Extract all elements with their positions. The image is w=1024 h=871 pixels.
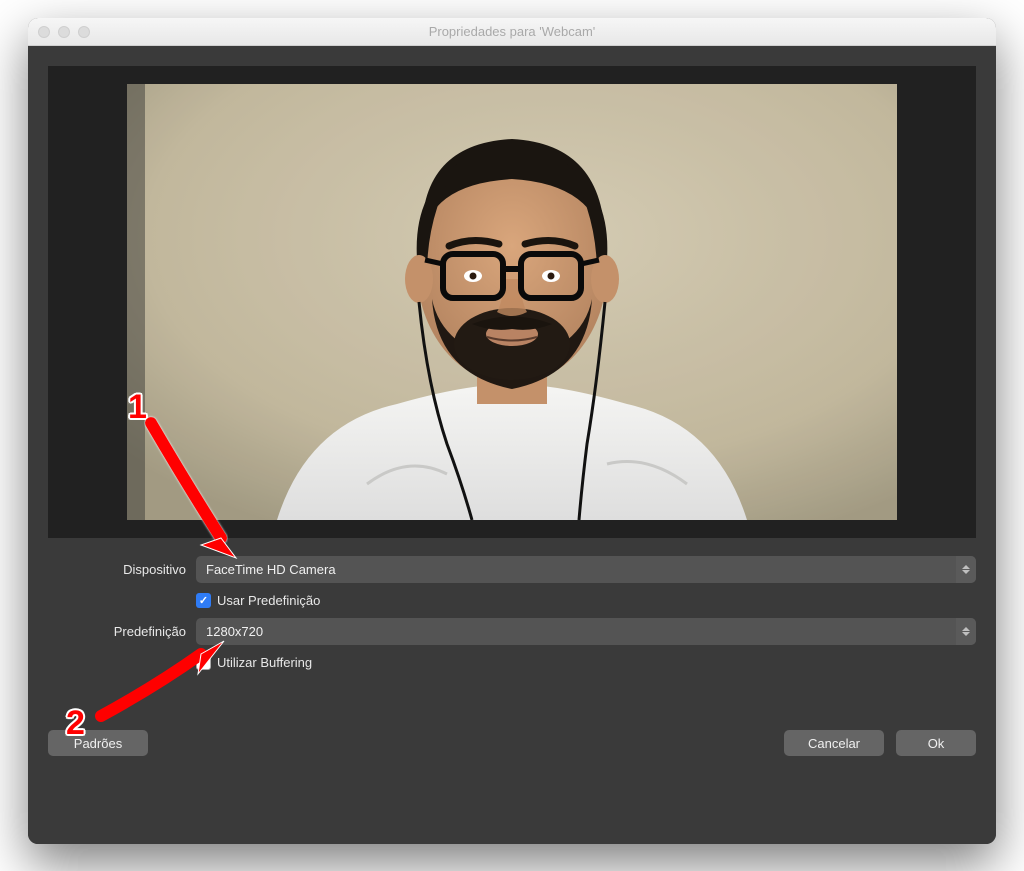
- device-select-value: FaceTime HD Camera: [206, 562, 336, 577]
- use-preset-label: Usar Predefinição: [217, 593, 320, 608]
- use-preset-checkbox[interactable]: ✓: [196, 593, 211, 608]
- properties-dialog: Propriedades para 'Webcam': [28, 18, 996, 844]
- defaults-button[interactable]: Padrões: [48, 730, 148, 756]
- preset-select[interactable]: 1280x720: [196, 618, 976, 645]
- use-buffering-label: Utilizar Buffering: [217, 655, 312, 670]
- use-buffering-row: Utilizar Buffering: [196, 655, 976, 670]
- window-title: Propriedades para 'Webcam': [28, 24, 996, 39]
- device-label: Dispositivo: [48, 562, 196, 577]
- device-select[interactable]: FaceTime HD Camera: [196, 556, 976, 583]
- close-icon[interactable]: [38, 26, 50, 38]
- annotation-1-arrow-icon: [136, 413, 246, 563]
- window-controls: [38, 26, 90, 38]
- minimize-icon[interactable]: [58, 26, 70, 38]
- chevron-updown-icon: [956, 556, 976, 583]
- ok-button[interactable]: Ok: [896, 730, 976, 756]
- use-preset-row: ✓ Usar Predefinição: [196, 593, 976, 608]
- annotation-2-arrow-icon: [86, 636, 226, 731]
- maximize-icon[interactable]: [78, 26, 90, 38]
- button-row: Padrões Cancelar Ok: [48, 730, 976, 756]
- titlebar: Propriedades para 'Webcam': [28, 18, 996, 46]
- chevron-updown-icon: [956, 618, 976, 645]
- cancel-button[interactable]: Cancelar: [784, 730, 884, 756]
